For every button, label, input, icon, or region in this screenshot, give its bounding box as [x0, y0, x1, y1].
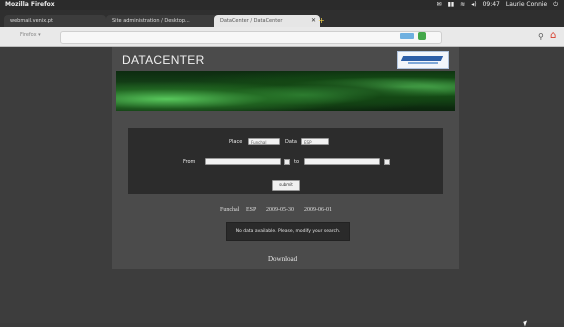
to-label: to [294, 159, 300, 165]
place-label: Place [229, 139, 243, 145]
power-icon[interactable]: ⏻ [553, 0, 558, 10]
from-label: From [183, 159, 196, 165]
wifi-icon[interactable]: ≋ [460, 0, 465, 10]
user-name[interactable]: Laurie Connie [506, 0, 547, 10]
logo-stripe-thin [408, 62, 438, 64]
tab-datacenter[interactable]: DataCenter / DataCenter ✕ [214, 15, 320, 27]
summary-to: 2009-06-01 [304, 207, 332, 213]
summary-place: Funchal [220, 207, 240, 213]
header-banner-image [116, 71, 455, 111]
navigation-toolbar: Firefox ▾ ⚲ ⌂ [0, 27, 564, 47]
to-date-input[interactable] [304, 158, 380, 165]
mail-icon[interactable]: ✉ [437, 0, 442, 10]
new-tab-button[interactable]: + [318, 17, 326, 25]
submit-button[interactable]: submit [272, 180, 300, 191]
window-title: Mozilla Firefox [5, 1, 55, 8]
battery-icon[interactable]: ▮▮ [448, 0, 455, 10]
home-icon[interactable]: ⌂ [550, 30, 556, 41]
tab-label: webmail.venix.pt [10, 18, 53, 24]
url-bar[interactable] [60, 31, 442, 44]
partner-logo [397, 51, 449, 69]
data-label: Data [285, 139, 297, 145]
search-form: Place Funchal Data ESP From to submit [128, 128, 443, 194]
logo-stripe [400, 56, 444, 61]
page-title: DATACENTER [122, 53, 205, 67]
tab-label: Site administration / Desktop... [112, 18, 190, 24]
data-select[interactable]: ESP [301, 138, 329, 145]
mouse-cursor [523, 320, 529, 327]
from-calendar-icon[interactable] [284, 159, 290, 165]
to-calendar-icon[interactable] [384, 159, 390, 165]
tab-webmail[interactable]: webmail.venix.pt [4, 15, 106, 27]
volume-icon[interactable]: ◂) [471, 0, 476, 10]
summary-from: 2009-05-30 [266, 207, 294, 213]
extension-icon[interactable] [400, 33, 414, 39]
window-titlebar: Mozilla Firefox ✉ ▮▮ ≋ ◂) 09:47 Laurie C… [0, 0, 564, 10]
download-link[interactable]: Download [268, 255, 297, 263]
tab-label: DataCenter / DataCenter [220, 18, 283, 24]
from-date-input[interactable] [205, 158, 281, 165]
tab-site-admin[interactable]: Site administration / Desktop... [106, 15, 218, 27]
summary-data: ESP [246, 207, 257, 213]
no-data-notice: No data available. Please, modify your s… [226, 222, 350, 241]
place-select[interactable]: Funchal [248, 138, 280, 145]
search-icon[interactable]: ⚲ [538, 32, 544, 41]
clock[interactable]: 09:47 [483, 0, 500, 10]
page-container: DATACENTER Place Funchal Data ESP From t… [112, 47, 459, 269]
tab-strip: webmail.venix.pt Site administration / D… [0, 10, 564, 27]
close-tab-icon[interactable]: ✕ [311, 15, 316, 27]
extension-icon-green[interactable] [418, 32, 426, 40]
browser-viewport: DATACENTER Place Funchal Data ESP From t… [0, 47, 564, 327]
system-tray: ✉ ▮▮ ≋ ◂) 09:47 Laurie Connie ⏻ [437, 0, 558, 10]
firefox-menu-button[interactable]: Firefox ▾ [20, 32, 41, 38]
